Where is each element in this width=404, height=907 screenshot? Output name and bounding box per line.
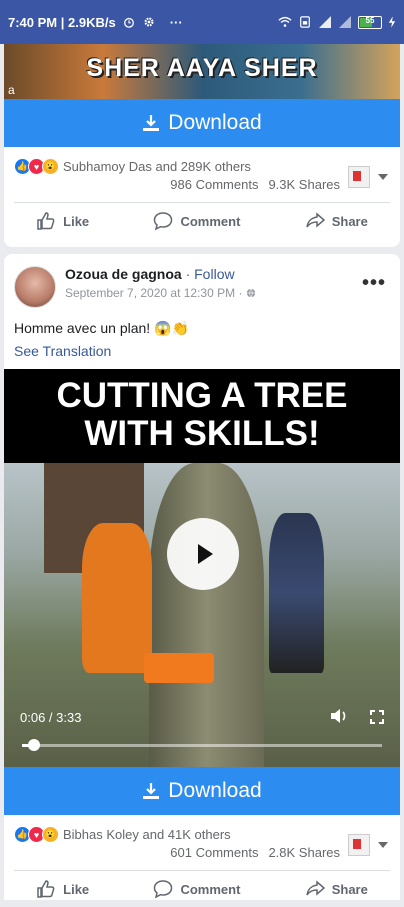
share-label: Share [331, 881, 368, 897]
fullscreen-icon[interactable] [370, 710, 384, 724]
video-title-line-2: WITH SKILLS! [84, 414, 320, 453]
download-icon [143, 115, 160, 131]
wow-reaction-icon: 😮 [42, 826, 59, 843]
share-button[interactable]: Share [305, 211, 368, 231]
like-label: Like [63, 881, 90, 897]
author-name[interactable]: Ozoua de gagnoa [65, 266, 182, 282]
share-label: Share [331, 213, 368, 229]
sim-icon [300, 16, 310, 28]
post-actions-2: Like Comment Share [4, 871, 400, 907]
chevron-down-icon[interactable] [378, 174, 388, 180]
thumbnail-corner-text: a [8, 83, 15, 97]
reactions-summary[interactable]: 👍 ♥ 😮 Subhamoy Das and 289K others [14, 158, 251, 175]
follow-link[interactable]: · Follow [186, 266, 235, 282]
signal-icon-2 [339, 16, 351, 28]
post-header: Ozoua de gagnoa · Follow September 7, 20… [14, 266, 256, 308]
wow-reaction-icon: 😮 [42, 158, 59, 175]
like-button[interactable]: Like [36, 211, 89, 231]
charging-icon [388, 16, 396, 28]
more-options-button[interactable]: ••• [362, 272, 386, 295]
video-seek-handle[interactable] [28, 739, 40, 751]
like-button[interactable]: Like [36, 879, 89, 899]
share-icon [305, 880, 325, 896]
post-card-2: Ozoua de gagnoa · Follow September 7, 20… [4, 254, 400, 900]
chevron-down-icon[interactable] [378, 842, 388, 848]
shares-count[interactable]: 2.8K Shares [268, 845, 340, 860]
share-button[interactable]: Share [305, 879, 368, 899]
onlooker-figure [269, 513, 324, 673]
post-date[interactable]: September 7, 2020 at 12:30 PM · [65, 286, 242, 300]
author-line: Ozoua de gagnoa · Follow [65, 266, 256, 282]
post-card-1: SHER AAYA SHER a Download 👍 ♥ 😮 Subhamoy… [4, 44, 400, 247]
post-text: Homme avec un plan! 😱👏 [14, 320, 189, 336]
status-bar: 7:40 PM | 2.9KB/s ··· 55 [0, 0, 404, 44]
comment-button[interactable]: Comment [153, 879, 240, 899]
video-thumbnail[interactable]: SHER AAYA SHER a [4, 44, 400, 99]
download-button-2[interactable]: Download [4, 767, 400, 815]
comments-count[interactable]: 986 Comments [170, 177, 258, 192]
globe-icon [247, 288, 256, 298]
avatar[interactable] [14, 266, 56, 308]
like-label: Like [63, 213, 90, 229]
signal-icon [319, 16, 331, 28]
comment-label: Comment [180, 213, 241, 229]
comment-icon [154, 880, 173, 899]
video-title-line-1: CUTTING A TREE [56, 376, 348, 415]
status-more: ··· [169, 14, 183, 30]
tree-trunk-shape [149, 463, 264, 767]
wifi-icon [278, 16, 292, 27]
video-player[interactable]: CUTTING A TREE WITH SKILLS! 0:06 / 3:33 [4, 369, 400, 767]
alarm-icon [123, 17, 134, 28]
share-icon [305, 212, 325, 228]
video-title-overlay: CUTTING A TREE WITH SKILLS! [4, 369, 400, 463]
share-preview-thumbnail[interactable] [348, 166, 370, 188]
chainsaw-shape [144, 653, 214, 683]
comment-button[interactable]: Comment [153, 211, 240, 231]
gear-icon [144, 17, 154, 27]
download-label: Download [168, 111, 262, 134]
download-label: Download [168, 779, 262, 802]
post-meta: September 7, 2020 at 12:30 PM · [65, 286, 256, 300]
status-time-speed: 7:40 PM | 2.9KB/s [8, 14, 116, 30]
engagement-counts-2: 601 Comments 2.8K Shares [160, 845, 340, 860]
reactions-text: Subhamoy Das and 289K others [63, 159, 251, 174]
shares-count[interactable]: 9.3K Shares [268, 177, 340, 192]
play-button[interactable] [167, 518, 239, 590]
battery-icon: 55 [358, 15, 382, 29]
video-seek-track[interactable] [22, 744, 382, 747]
comment-icon [154, 212, 173, 231]
download-icon [143, 783, 160, 799]
comment-label: Comment [180, 881, 241, 897]
see-translation-link[interactable]: See Translation [14, 343, 111, 359]
reactions-text: Bibhas Koley and 41K others [63, 827, 231, 842]
play-icon [198, 544, 213, 564]
thumbnail-caption: SHER AAYA SHER [86, 54, 318, 82]
comments-count[interactable]: 601 Comments [170, 845, 258, 860]
share-preview-thumbnail[interactable] [348, 834, 370, 856]
volume-icon[interactable] [330, 708, 348, 724]
post-actions: Like Comment Share [4, 203, 400, 239]
reactions-summary-2[interactable]: 👍 ♥ 😮 Bibhas Koley and 41K others [14, 826, 231, 843]
video-time: 0:06 / 3:33 [20, 710, 82, 725]
download-button[interactable]: Download [4, 99, 400, 147]
like-icon [37, 880, 55, 898]
worker-figure [82, 523, 152, 673]
engagement-counts: 986 Comments 9.3K Shares [160, 177, 340, 192]
like-icon [37, 212, 55, 230]
